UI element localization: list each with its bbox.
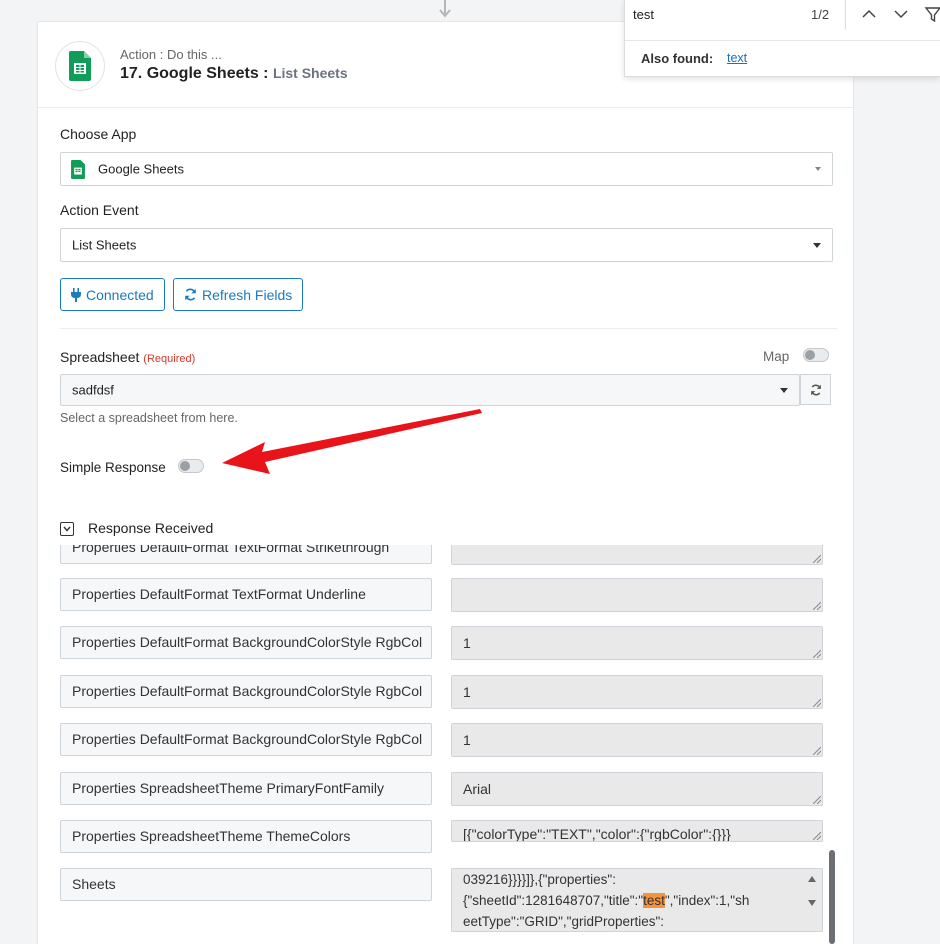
field-label: Properties DefaultFormat BackgroundColor… <box>60 723 432 756</box>
resize-handle-icon[interactable] <box>813 602 821 610</box>
chevron-down-icon <box>815 167 821 171</box>
field-label: Properties DefaultFormat TextFormat Unde… <box>60 578 432 611</box>
textarea-scrollbar[interactable] <box>806 873 818 927</box>
map-toggle-knob <box>805 350 815 360</box>
simple-response-toggle[interactable] <box>178 459 204 473</box>
connected-button-label: Connected <box>86 286 154 303</box>
plug-icon <box>71 287 81 302</box>
chevron-up-icon[interactable] <box>859 4 879 24</box>
scroll-down-icon[interactable] <box>808 900 816 906</box>
field-label: Properties SpreadsheetTheme ThemeColors <box>60 820 432 853</box>
resize-handle-icon[interactable] <box>813 832 821 840</box>
choose-app-label: Choose App <box>60 126 137 142</box>
resize-handle-icon[interactable] <box>813 650 821 658</box>
step-subtitle: List Sheets <box>272 65 348 81</box>
connector-arrow-icon <box>439 0 451 18</box>
field-value[interactable]: Arial <box>451 772 823 806</box>
search-match-highlight: test <box>643 893 665 908</box>
connected-button[interactable]: Connected <box>60 278 165 311</box>
find-separator <box>845 0 846 30</box>
find-in-page-bar: test 1/2 Also found: text <box>624 0 940 77</box>
find-divider <box>625 40 940 41</box>
find-match-count: 1/2 <box>811 7 830 22</box>
field-value-text: [{"colorType":"TEXT","color":{"rgbColor"… <box>463 826 731 842</box>
field-value-text: Arial <box>463 781 492 797</box>
spreadsheet-label: Spreadsheet (Required) <box>60 349 195 365</box>
refresh-icon <box>810 384 821 395</box>
step-title: 17. Google Sheets : List Sheets <box>120 65 348 83</box>
field-value[interactable]: 1 <box>451 626 823 660</box>
spreadsheet-help-text: Select a spreadsheet from here. <box>60 411 238 425</box>
action-kicker: Action : Do this ... <box>120 47 222 62</box>
choose-app-value: Google Sheets <box>98 161 185 177</box>
action-event-value: List Sheets <box>72 237 137 253</box>
also-found-label: Also found: <box>641 51 714 66</box>
step-title-text: 17. Google Sheets : <box>120 65 273 82</box>
map-label: Map <box>763 349 790 364</box>
field-value[interactable] <box>451 545 823 565</box>
spreadsheet-value: sadfdsf <box>72 382 114 398</box>
sheets-value-textarea[interactable]: 039216}}}}]},{"properties": {"sheetId":1… <box>451 868 823 932</box>
refresh-icon <box>185 288 196 301</box>
refresh-fields-button-label: Refresh Fields <box>202 286 293 303</box>
sheets-value-text: {"sheetId":1281648707,"title":" <box>463 893 644 908</box>
filter-icon[interactable] <box>923 4 940 24</box>
required-tag: (Required) <box>143 353 196 365</box>
refresh-fields-button[interactable]: Refresh Fields <box>173 278 304 311</box>
chevron-down-icon <box>63 526 71 532</box>
field-label: Properties DefaultFormat BackgroundColor… <box>60 675 432 708</box>
field-value[interactable] <box>451 578 823 612</box>
sheets-value-line: eetType":"GRID","gridProperties": <box>463 914 665 929</box>
simple-response-label: Simple Response <box>60 460 166 475</box>
chevron-down-icon[interactable] <box>891 4 911 24</box>
field-label: Properties DefaultFormat TextFormat Stri… <box>60 545 432 564</box>
field-value-text: 1 <box>463 732 471 748</box>
resize-handle-icon[interactable] <box>813 796 821 804</box>
action-event-label: Action Event <box>60 202 139 218</box>
field-value[interactable]: 1 <box>451 723 823 757</box>
chevron-down-icon <box>813 243 821 248</box>
map-toggle[interactable] <box>803 348 829 362</box>
page-scrollbar-thumb[interactable] <box>829 850 835 944</box>
field-value[interactable]: 1 <box>451 675 823 709</box>
field-label: Properties DefaultFormat BackgroundColor… <box>60 626 432 659</box>
action-step-card: Action : Do this ... 17. Google Sheets :… <box>37 21 855 944</box>
resize-handle-icon[interactable] <box>813 747 821 755</box>
google-sheets-icon <box>71 160 85 179</box>
choose-app-select[interactable]: Google Sheets <box>60 152 833 186</box>
spreadsheet-label-text: Spreadsheet <box>60 349 140 365</box>
field-label: Properties SpreadsheetTheme PrimaryFontF… <box>60 772 432 805</box>
sheets-value-line: {"sheetId":1281648707,"title":"test","in… <box>463 890 798 911</box>
field-label: Sheets <box>60 868 432 901</box>
response-received-label: Response Received <box>88 520 214 536</box>
simple-response-toggle-knob <box>180 461 190 471</box>
resize-handle-icon[interactable] <box>813 699 821 707</box>
also-found-link[interactable]: text <box>727 51 747 65</box>
google-sheets-logo-icon <box>55 41 105 91</box>
response-received-checkbox[interactable] <box>60 522 74 536</box>
find-query-input[interactable]: test <box>633 7 654 22</box>
spreadsheet-refresh-button[interactable] <box>800 374 831 405</box>
section-divider <box>60 328 837 329</box>
resize-handle-icon[interactable] <box>813 555 821 563</box>
field-value[interactable]: [{"colorType":"TEXT","color":{"rgbColor"… <box>451 820 823 842</box>
chevron-down-icon <box>780 388 788 393</box>
sheets-value-line: 039216}}}}]},{"properties": <box>463 872 616 887</box>
sheets-value-text: ","index":1,"sh <box>664 893 750 908</box>
field-value-text: 1 <box>463 684 471 700</box>
field-value-text: 1 <box>463 635 471 651</box>
scroll-up-icon[interactable] <box>808 876 816 882</box>
response-fields-list: Properties DefaultFormat TextFormat Stri… <box>38 545 855 944</box>
spreadsheet-select[interactable]: sadfdsf <box>60 374 800 406</box>
action-event-select[interactable]: List Sheets <box>60 228 833 262</box>
